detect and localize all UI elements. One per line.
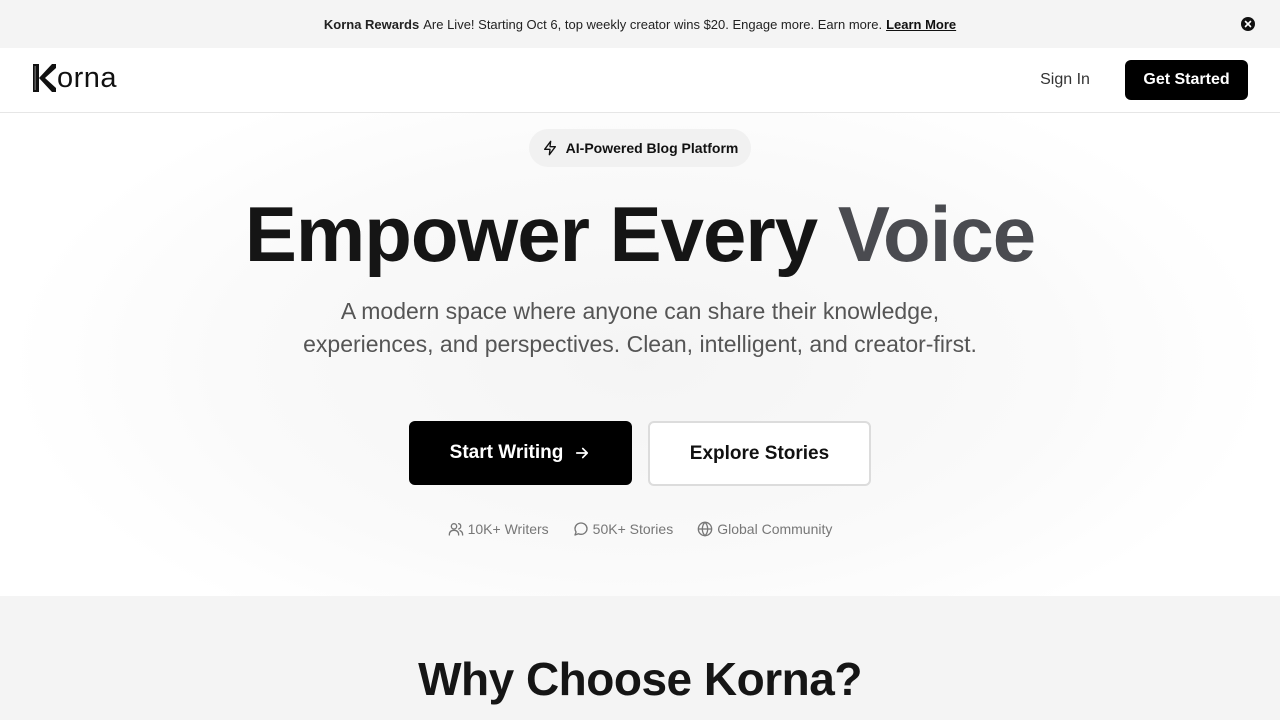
sign-in-button[interactable]: Sign In [1028, 60, 1102, 100]
stat-stories: 50K+ Stories [573, 521, 674, 537]
hero-section: AI-Powered Blog Platform Empower Every V… [0, 113, 1280, 596]
ai-badge: AI-Powered Blog Platform [529, 129, 751, 167]
stat-writers: 10K+ Writers [448, 521, 549, 537]
start-writing-button[interactable]: Start Writing [409, 421, 632, 485]
announcement-message: Are Live! Starting Oct 6, top weekly cre… [423, 16, 883, 32]
message-circle-icon [573, 522, 588, 536]
globe-icon [697, 521, 713, 537]
badge-label: AI-Powered Blog Platform [565, 140, 739, 156]
learn-more-link[interactable]: Learn More [886, 17, 956, 32]
hero-subtitle: A modern space where anyone can share th… [303, 298, 977, 357]
announcement-brand: Korna Rewards [323, 16, 420, 32]
hero-stats: 10K+ Writers 50K+ Stories Global Communi… [0, 521, 1280, 537]
logo-wordmark: orna [57, 61, 118, 94]
hero-headline: Empower Every Voice [0, 189, 1280, 279]
logo[interactable]: orna [32, 62, 117, 94]
lightning-icon [543, 140, 556, 156]
headline-accent: Voice [837, 190, 1036, 278]
features-title: Why Choose Korna? [418, 653, 862, 705]
stat-writers-label: 10K+ Writers [467, 521, 549, 537]
explore-stories-button[interactable]: Explore Stories [648, 421, 871, 486]
site-header: orna Sign In Get Started [0, 48, 1280, 113]
announcement-bar: Korna Rewards Are Live! Starting Oct 6, … [0, 0, 1280, 48]
stat-community: Global Community [697, 521, 832, 537]
stat-community-label: Global Community [717, 521, 833, 537]
features-section: Why Choose Korna? [0, 596, 1280, 720]
start-writing-label: Start Writing [449, 442, 564, 463]
logo-k-icon [33, 64, 56, 92]
users-icon [448, 523, 463, 536]
get-started-button[interactable]: Get Started [1125, 60, 1248, 100]
close-icon[interactable] [1241, 17, 1255, 31]
headline-main: Empower Every [244, 190, 818, 278]
arrow-right-icon [576, 447, 589, 459]
stat-stories-label: 50K+ Stories [592, 521, 674, 537]
